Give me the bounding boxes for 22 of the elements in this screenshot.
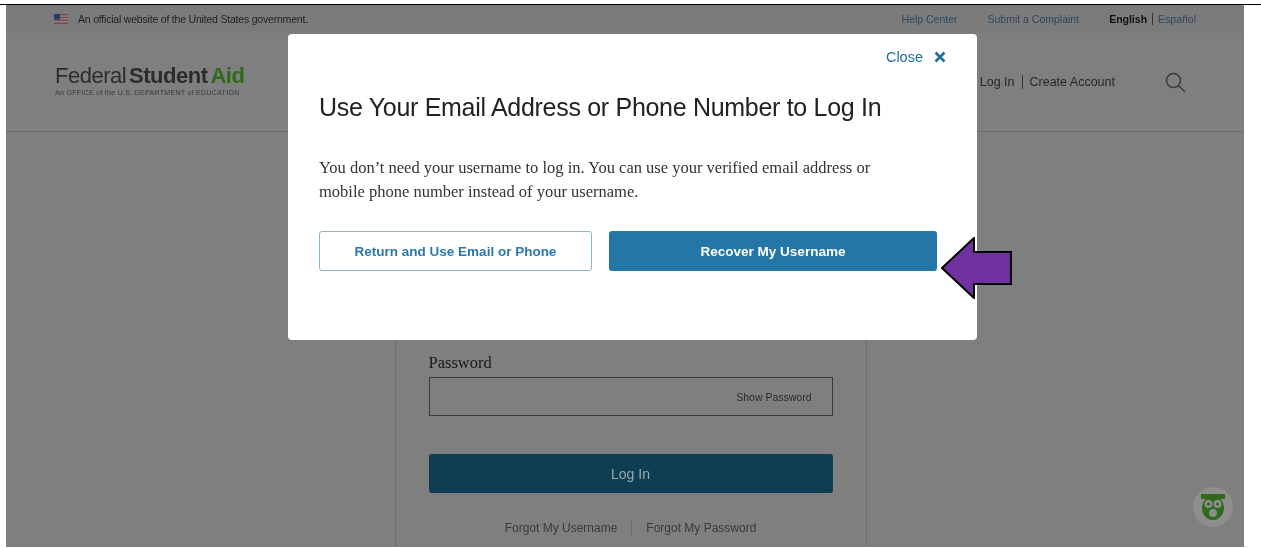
close-icon <box>934 51 946 63</box>
language-link[interactable]: English <box>1109 13 1148 25</box>
forgot-link[interactable]: Forgot My Password <box>631 521 757 535</box>
banner-link[interactable]: Submit a Complaint <box>987 13 1080 25</box>
forgot-link[interactable]: Forgot My Username <box>504 521 618 535</box>
language-link[interactable]: Español <box>1152 13 1196 25</box>
recover-button[interactable]: Recover My Username <box>609 231 937 271</box>
return-button[interactable]: Return and Use Email or Phone <box>319 231 592 271</box>
password-field[interactable]: Show Password <box>428 377 833 416</box>
search-icon[interactable] <box>1165 71 1186 93</box>
account-link[interactable]: Create Account <box>1021 75 1115 89</box>
banner-link[interactable]: Help Center <box>901 13 958 25</box>
modal-title: Use Your Email Address or Phone Number to Log In <box>319 93 883 122</box>
show-password-toggle[interactable]: Show Password <box>736 390 812 403</box>
log-in-button[interactable]: Log In <box>428 454 833 493</box>
account-link[interactable]: Log In <box>979 75 1015 89</box>
password-label: Password <box>428 353 493 373</box>
official-site-text: An official website of the United States government. <box>78 13 308 25</box>
flag-icon <box>54 14 68 24</box>
pointer-arrow-icon <box>941 237 1013 299</box>
close-button[interactable]: Close <box>885 49 946 65</box>
modal-message: You don’t need your username to log in. You can use your verified email address or mobile phone number instead of your username. <box>319 157 872 203</box>
